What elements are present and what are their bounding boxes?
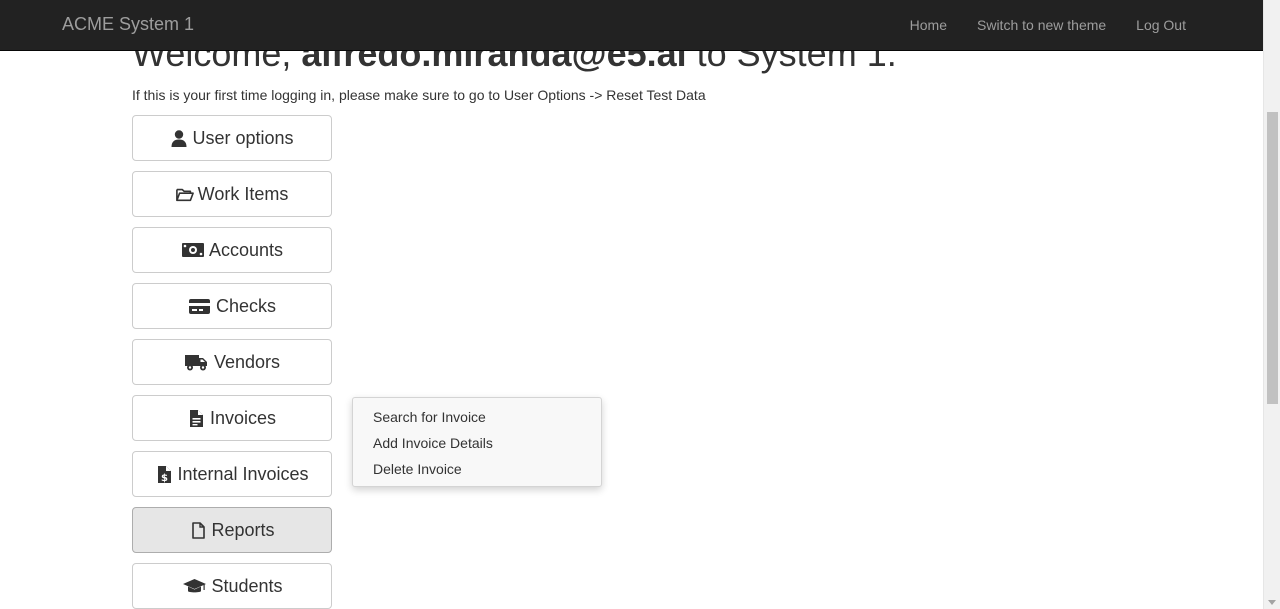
scroll-down-arrow-icon[interactable] <box>1268 600 1276 605</box>
user-options-label: User options <box>192 127 294 148</box>
first-time-message: If this is your first time logging in, p… <box>132 87 706 103</box>
checks-button[interactable]: Checks <box>132 283 332 329</box>
invoices-button[interactable]: Invoices <box>132 395 332 441</box>
students-button[interactable]: Students <box>132 563 332 609</box>
reports-button[interactable]: Reports <box>132 507 332 553</box>
invoice-popup-menu: Search for Invoice Add Invoice Details D… <box>352 397 602 487</box>
vertical-scrollbar[interactable] <box>1263 0 1280 609</box>
vendors-button[interactable]: Vendors <box>132 339 332 385</box>
accounts-label: Accounts <box>208 239 284 260</box>
money-bill-icon <box>181 241 205 259</box>
nav-switch-theme-link[interactable]: Switch to new theme <box>962 0 1121 50</box>
vendors-label: Vendors <box>213 351 281 372</box>
scrollbar-thumb[interactable] <box>1267 112 1278 404</box>
file-icon <box>189 521 207 539</box>
file-invoice-dollar-icon: $ <box>155 465 173 483</box>
reports-label: Reports <box>211 519 275 540</box>
nav-links: Home Switch to new theme Log Out <box>895 0 1201 50</box>
user-options-button[interactable]: User options <box>132 115 332 161</box>
students-label: Students <box>211 575 283 596</box>
folder-open-icon <box>175 185 194 203</box>
checks-label: Checks <box>215 295 277 316</box>
internal-invoices-label: Internal Invoices <box>177 463 309 484</box>
graduation-cap-icon <box>181 577 207 595</box>
add-invoice-details-item[interactable]: Add Invoice Details <box>353 430 601 456</box>
page: Welcome, alfredo.miranda@e5.ai to System… <box>0 0 1280 609</box>
truck-icon <box>184 353 210 371</box>
work-items-button[interactable]: Work Items <box>132 171 332 217</box>
nav-home-link[interactable]: Home <box>895 0 962 50</box>
work-items-label: Work Items <box>197 183 289 204</box>
delete-invoice-item[interactable]: Delete Invoice <box>353 456 601 482</box>
user-icon <box>170 129 188 147</box>
brand-link[interactable]: ACME System 1 <box>62 14 194 35</box>
internal-invoices-button[interactable]: $ Internal Invoices <box>132 451 332 497</box>
svg-text:$: $ <box>161 473 168 483</box>
nav-logout-link[interactable]: Log Out <box>1121 0 1201 50</box>
top-navbar: ACME System 1 Home Switch to new theme L… <box>0 0 1263 51</box>
search-for-invoice-item[interactable]: Search for Invoice <box>353 404 601 430</box>
credit-card-icon <box>188 297 212 315</box>
file-invoice-icon <box>188 409 206 427</box>
accounts-button[interactable]: Accounts <box>132 227 332 273</box>
invoices-label: Invoices <box>209 407 277 428</box>
